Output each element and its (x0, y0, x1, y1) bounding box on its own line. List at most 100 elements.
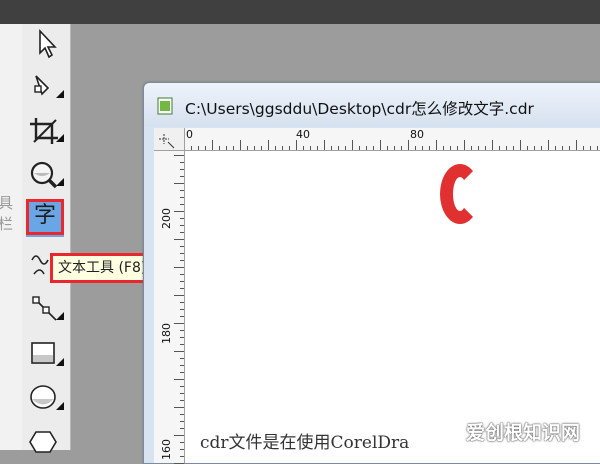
ruler-tick (527, 146, 528, 150)
ruler-tick (180, 358, 184, 359)
polygon-icon (29, 431, 57, 453)
ruler-tick (180, 176, 184, 177)
ruler-tick (180, 442, 184, 443)
ruler-tick (174, 239, 184, 240)
ruler-tick (450, 146, 451, 150)
ruler-label: 0 (186, 128, 193, 141)
ruler-tick (275, 146, 276, 150)
ruler-tick (180, 225, 184, 226)
ruler-tick (429, 146, 430, 150)
ruler-label: 180 (160, 323, 173, 344)
ruler-tick (180, 232, 184, 233)
zoom-tool-button[interactable] (26, 156, 64, 194)
drawing-canvas[interactable] (185, 151, 600, 463)
ruler-tick (534, 146, 535, 150)
ruler-tick (212, 140, 213, 150)
watermark: 爱创根知识网 (466, 422, 581, 444)
ruler-tick (180, 190, 184, 191)
ruler-tick (338, 146, 339, 150)
crop-tool-button[interactable] (26, 112, 64, 150)
ruler-tick (289, 146, 290, 150)
ruler-tick (180, 428, 184, 429)
ruler-tick (180, 288, 184, 289)
red-text-shape (440, 164, 480, 224)
ruler-tick (597, 146, 598, 150)
ruler-tick (180, 330, 184, 331)
ruler-tick (317, 146, 318, 150)
ruler-tick (180, 246, 184, 247)
ruler-tick (373, 146, 374, 150)
ruler-tick (180, 218, 184, 219)
ruler-origin-corner[interactable] (154, 128, 185, 151)
horizontal-ruler[interactable]: 0 40 80 (154, 128, 600, 151)
left-panel-hint-text: 具栏 (0, 194, 14, 233)
ruler-tick (180, 365, 184, 366)
ruler-tick (198, 146, 199, 150)
ruler-origin-icon (159, 134, 175, 149)
ruler-tick (180, 309, 184, 310)
ruler-tick (180, 456, 184, 457)
crop-icon (30, 118, 64, 144)
app-top-bar (0, 0, 600, 24)
ruler-tick (180, 162, 184, 163)
ruler-tick (180, 386, 184, 387)
vertical-ruler[interactable]: 200 180 160 (154, 150, 185, 464)
ruler-tick (380, 140, 381, 150)
ruler-tick (174, 379, 184, 380)
connector-tool-button[interactable] (26, 290, 64, 328)
ruler-tick (569, 146, 570, 150)
ruler-tick (174, 407, 184, 408)
ruler-tick (180, 344, 184, 345)
ellipse-tool-button[interactable] (26, 380, 64, 418)
ruler-tick (478, 146, 479, 150)
ruler-tick (191, 146, 192, 150)
ruler-tick (345, 146, 346, 150)
document-window: C:\Users\ggsddu\Desktop\cdr怎么修改文字.cdr 0 … (143, 82, 600, 464)
ruler-tick (174, 323, 184, 324)
ruler-tick (174, 183, 184, 184)
ruler-tick (233, 146, 234, 150)
document-title: C:\Users\ggsddu\Desktop\cdr怎么修改文字.cdr (185, 100, 534, 118)
connector-icon (32, 296, 64, 321)
document-page[interactable] (185, 151, 600, 463)
ruler-tick (464, 140, 465, 150)
ruler-tick (513, 146, 514, 150)
ruler-tick (226, 146, 227, 150)
ruler-tick (174, 267, 184, 268)
shape-tool-button[interactable] (26, 68, 64, 106)
ruler-tick (457, 146, 458, 150)
ruler-label: 200 (160, 208, 173, 229)
ruler-tick (180, 302, 184, 303)
ruler-tick (219, 146, 220, 150)
ruler-tick (541, 146, 542, 150)
ruler-tick (555, 146, 556, 150)
ruler-tick (180, 169, 184, 170)
left-panel-strip: 具栏 (0, 24, 22, 450)
ruler-tick (180, 204, 184, 205)
ruler-tick (268, 140, 269, 150)
document-title-bar[interactable]: C:\Users\ggsddu\Desktop\cdr怎么修改文字.cdr (144, 83, 600, 127)
ruler-tick (180, 414, 184, 415)
ruler-tick (205, 146, 206, 150)
ruler-tick (590, 146, 591, 150)
rectangle-tool-button[interactable] (26, 336, 64, 374)
ruler-tick (366, 146, 367, 150)
ruler-tick (352, 140, 353, 150)
ellipse-icon (30, 385, 64, 410)
magnifier-icon (30, 161, 64, 189)
ruler-tick (415, 146, 416, 150)
arrow-pointer-icon (39, 28, 57, 59)
ruler-tick (562, 146, 563, 150)
ruler-tick (401, 146, 402, 150)
pick-tool-button[interactable] (26, 26, 64, 64)
ruler-tick (548, 140, 549, 150)
ruler-tick (394, 146, 395, 150)
ruler-tick (485, 146, 486, 150)
ruler-tick (180, 337, 184, 338)
ruler-tick (520, 140, 521, 150)
rectangle-icon (31, 342, 64, 366)
ruler-tick (180, 253, 184, 254)
polygon-tool-button[interactable] (26, 424, 64, 462)
ruler-tick (180, 260, 184, 261)
ruler-tick (174, 295, 184, 296)
